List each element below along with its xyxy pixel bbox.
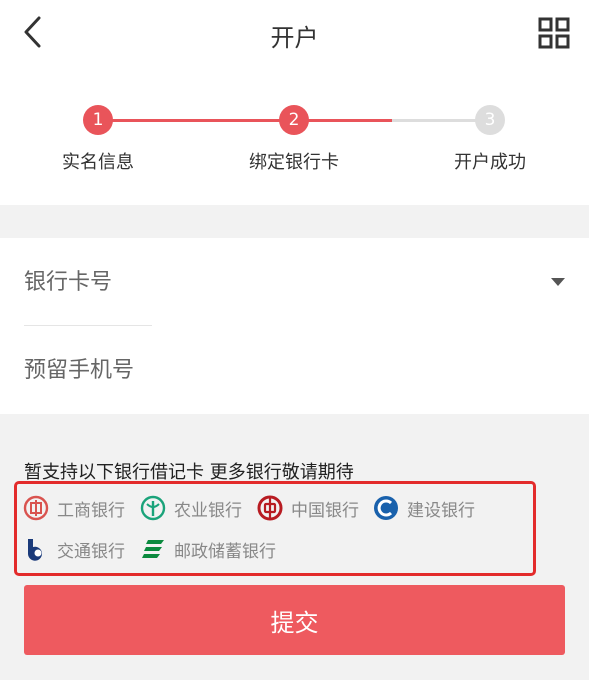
bank-item-psbc: 邮政储蓄银行 xyxy=(140,534,276,564)
bank-label: 邮政储蓄银行 xyxy=(174,541,276,562)
bank-card-form xyxy=(0,238,589,414)
icbc-logo-icon xyxy=(23,495,49,521)
bank-label: 中国银行 xyxy=(291,500,359,521)
progress-steps: 1 2 3 实名信息 绑定银行卡 开户成功 xyxy=(0,68,589,205)
bank-label: 工商银行 xyxy=(57,500,125,521)
page-title: 开户 xyxy=(270,24,319,52)
top-bar: 开户 xyxy=(0,0,589,68)
grid-icon xyxy=(538,17,570,49)
step-2-label: 绑定银行卡 xyxy=(249,152,339,173)
submit-button[interactable]: 提交 xyxy=(24,585,565,655)
ccb-logo-icon xyxy=(374,496,398,520)
card-number-input[interactable] xyxy=(24,260,504,304)
supported-banks-list: 工商银行 农业银行 中国银行 建设银行 交通银行 邮政储蓄银行 xyxy=(14,481,536,576)
bank-item-bocom: 交通银行 xyxy=(23,534,125,564)
caret-down-icon[interactable] xyxy=(551,278,565,286)
abc-logo-icon xyxy=(140,495,166,521)
bocom-logo-icon xyxy=(28,539,42,561)
step-2-circle: 2 xyxy=(279,105,309,135)
card-number-row xyxy=(24,238,589,326)
menu-grid-button[interactable] xyxy=(537,16,571,50)
step-1-circle: 1 xyxy=(83,105,113,135)
phone-row xyxy=(24,326,589,414)
bank-item-icbc: 工商银行 xyxy=(23,493,125,523)
bank-item-abc: 农业银行 xyxy=(140,493,242,523)
bank-label: 交通银行 xyxy=(57,541,125,562)
step-connector-1 xyxy=(98,119,294,122)
step-3-circle: 3 xyxy=(475,105,505,135)
bank-item-boc: 中国银行 xyxy=(257,493,359,523)
bank-label: 建设银行 xyxy=(407,500,475,521)
psbc-logo-icon xyxy=(142,540,164,558)
step-3-label: 开户成功 xyxy=(454,152,526,173)
step-1-label: 实名信息 xyxy=(62,152,134,173)
boc-logo-icon xyxy=(257,495,283,521)
phone-input[interactable] xyxy=(24,348,504,392)
bank-label: 农业银行 xyxy=(174,500,242,521)
bank-item-ccb: 建设银行 xyxy=(373,493,475,523)
